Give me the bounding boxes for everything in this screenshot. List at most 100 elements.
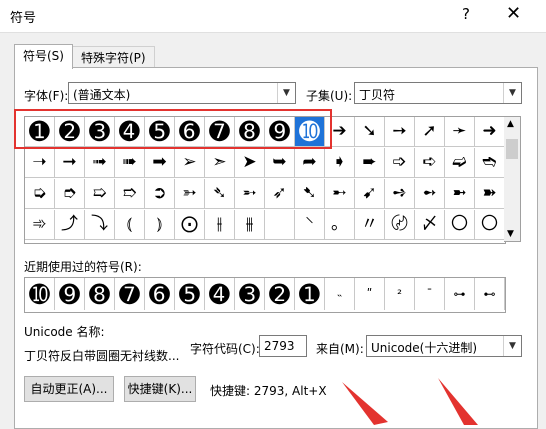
scroll-thumb[interactable] xyxy=(506,139,518,159)
symbol-cell[interactable]: ➢ xyxy=(175,148,205,178)
symbol-cell[interactable]: ➷ xyxy=(295,179,325,209)
symbol-cell[interactable]: ➑ xyxy=(235,117,265,147)
scroll-down-icon[interactable]: ▼ xyxy=(507,229,514,239)
symbol-cell[interactable]: ➲ xyxy=(145,179,175,209)
recent-symbol-cell[interactable]: ➎ xyxy=(175,278,205,310)
recent-symbol-cell[interactable]: ⊶ xyxy=(445,278,475,310)
recent-symbol-cell[interactable]: ➍ xyxy=(205,278,235,310)
tab-symbols[interactable]: 符号(S) xyxy=(14,44,73,69)
symbol-cell[interactable]: 〇 xyxy=(445,210,475,240)
recent-symbol-cell[interactable]: ➓ xyxy=(25,278,55,310)
recent-symbol-cell[interactable]: ➌ xyxy=(235,278,265,310)
symbol-cell[interactable]: ➛ xyxy=(445,117,475,147)
symbol-cell[interactable]: ➶ xyxy=(265,179,295,209)
symbol-cell[interactable]: ➭ xyxy=(25,179,55,209)
symbol-cell[interactable]: ➡ xyxy=(145,148,175,178)
symbol-cell[interactable]: ➧ xyxy=(325,148,355,178)
symbol-cell[interactable]: ➬ xyxy=(475,148,505,178)
symbol-cell[interactable]: ➟ xyxy=(85,148,115,178)
recent-symbol-cell[interactable]: ➊ xyxy=(295,278,325,310)
subset-select[interactable]: 丁贝符 ▼ xyxy=(354,82,522,104)
symbol-cell[interactable]: ➥ xyxy=(265,148,295,178)
symbol-cell[interactable]: ➦ xyxy=(295,148,325,178)
recent-symbol-cell[interactable]: ➑ xyxy=(85,278,115,310)
recent-symbol-cell[interactable]: ¯ xyxy=(415,278,445,310)
symbol-cell[interactable]: ➽ xyxy=(475,179,505,209)
symbol-cell[interactable]: ➔ xyxy=(325,117,355,147)
symbol-cell[interactable]: ➨ xyxy=(355,148,385,178)
symbol-cell[interactable]: ⫵ xyxy=(235,210,265,240)
recent-symbol-cell[interactable]: ➐ xyxy=(115,278,145,310)
symbol-cell[interactable]: ➊ xyxy=(25,117,55,147)
symbol-cell[interactable]: ➎ xyxy=(145,117,175,147)
symbol-cell[interactable]: ➓ xyxy=(295,117,325,147)
subset-label: 子集(U): xyxy=(306,89,353,103)
close-button[interactable]: ✕ xyxy=(506,3,521,24)
from-value: Unicode(十六进制) xyxy=(371,341,478,355)
chevron-down-icon: ▼ xyxy=(503,336,521,356)
symbol-cell[interactable]: ➙ xyxy=(385,117,415,147)
symbol-cell[interactable]: 〇 xyxy=(475,210,505,240)
symbol-cell[interactable]: ⦅ xyxy=(115,210,145,240)
symbol-cell[interactable] xyxy=(265,210,295,240)
scroll-up-icon[interactable]: ▲ xyxy=(507,119,514,129)
symbol-cell[interactable]: ➤ xyxy=(235,148,265,178)
symbol-cell[interactable]: ➱ xyxy=(115,179,145,209)
shortcut-key-button[interactable]: 快捷键(K)... xyxy=(124,376,196,402)
from-select[interactable]: Unicode(十六进制) ▼ xyxy=(366,335,522,357)
symbol-cell[interactable]: ➐ xyxy=(205,117,235,147)
symbol-cell[interactable]: ⫲ xyxy=(205,210,235,240)
recent-label: 近期使用过的符号(R): xyxy=(24,260,142,274)
symbol-cell[interactable]: ➳ xyxy=(175,179,205,209)
symbol-cell[interactable]: ➸ xyxy=(325,179,355,209)
symbol-cell[interactable]: 〆 xyxy=(415,210,445,240)
recent-symbol-cell[interactable]: ➏ xyxy=(145,278,175,310)
symbol-cell[interactable]: ➪ xyxy=(415,148,445,178)
recent-symbol-cell[interactable]: ² xyxy=(385,278,415,310)
symbol-cell[interactable]: ➵ xyxy=(235,179,265,209)
symbol-cell[interactable]: ➚ xyxy=(415,117,445,147)
symbol-cell[interactable]: ⤴ xyxy=(55,210,85,240)
symbol-cell[interactable]: 〄 xyxy=(385,210,415,240)
char-code-input[interactable]: 2793 xyxy=(259,335,307,357)
symbol-cell[interactable]: ➮ xyxy=(55,179,85,209)
font-select[interactable]: (普通文本) ▼ xyxy=(68,82,296,104)
font-label: 字体(F): xyxy=(24,89,69,103)
recent-symbol-cell[interactable]: ⊷ xyxy=(475,278,505,310)
recent-symbol-cell[interactable]: ➒ xyxy=(55,278,85,310)
symbol-cell[interactable]: ➞ xyxy=(55,148,85,178)
symbol-cell[interactable]: ➘ xyxy=(355,117,385,147)
symbol-cell[interactable]: ➠ xyxy=(115,148,145,178)
recent-symbol-cell[interactable]: ʺ xyxy=(355,278,385,310)
help-button[interactable]: ? xyxy=(462,5,470,23)
symbol-cell[interactable]: ➩ xyxy=(385,148,415,178)
symbol-cell[interactable]: ⸌ xyxy=(295,210,325,240)
symbol-cell[interactable]: 。 xyxy=(325,210,355,240)
tab-special-characters[interactable]: 特殊字符(P) xyxy=(72,46,155,68)
symbol-cell[interactable]: ➒ xyxy=(265,117,295,147)
grid-scrollbar[interactable]: ▲ ▼ xyxy=(504,116,521,242)
recent-symbol-cell[interactable]: ➋ xyxy=(265,278,295,310)
symbol-cell[interactable]: ➾ xyxy=(25,210,55,240)
symbol-cell[interactable]: ➫ xyxy=(445,148,475,178)
symbol-cell[interactable]: 〃 xyxy=(355,210,385,240)
symbol-cell[interactable]: ➺ xyxy=(385,179,415,209)
symbol-cell[interactable]: ➴ xyxy=(205,179,235,209)
symbol-cell[interactable]: ⦆ xyxy=(145,210,175,240)
symbol-cell[interactable]: ➌ xyxy=(85,117,115,147)
symbol-cell[interactable]: ⤵ xyxy=(85,210,115,240)
autocorrect-button[interactable]: 自动更正(A)... xyxy=(24,376,114,402)
symbol-cell[interactable]: ➯ xyxy=(85,179,115,209)
symbol-cell[interactable]: ➋ xyxy=(55,117,85,147)
symbol-cell[interactable]: ➝ xyxy=(25,148,55,178)
symbol-cell[interactable]: ➍ xyxy=(115,117,145,147)
symbol-cell[interactable]: ⨀ xyxy=(175,210,205,240)
symbol-cell[interactable]: ➏ xyxy=(175,117,205,147)
symbol-cell[interactable]: ➹ xyxy=(355,179,385,209)
symbol-cell[interactable]: ➼ xyxy=(445,179,475,209)
recent-symbol-cell[interactable]: ˵ xyxy=(325,278,355,310)
symbol-cell[interactable]: ➜ xyxy=(475,117,505,147)
shortcut-key-text: 快捷键: 2793, Alt+X xyxy=(210,384,327,398)
symbol-cell[interactable]: ➻ xyxy=(415,179,445,209)
symbol-cell[interactable]: ➣ xyxy=(205,148,235,178)
